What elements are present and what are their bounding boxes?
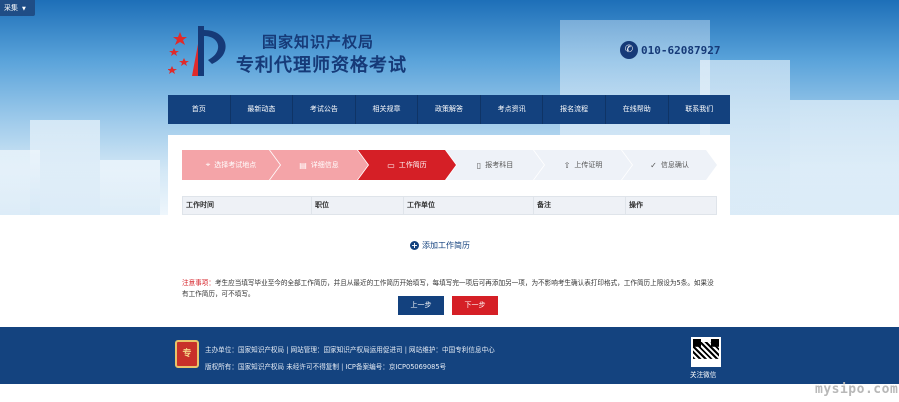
notice-text: 注意事项：考生应当填写毕业至今的全部工作简历，并且从最近的工作简历开始填写，每填… bbox=[182, 278, 717, 300]
footer bbox=[0, 327, 899, 384]
add-resume-link[interactable]: + 添加工作简历 bbox=[410, 240, 470, 251]
collect-button-label: 采集 bbox=[4, 4, 18, 12]
step-label: 报考科目 bbox=[485, 161, 514, 169]
column-header-time: 工作时间 bbox=[183, 197, 312, 214]
collect-button[interactable]: 采集 ▼ bbox=[0, 0, 35, 16]
resume-table-header: 工作时间 职位 工作单位 备注 操作 bbox=[182, 196, 717, 215]
add-resume-label: 添加工作简历 bbox=[422, 241, 470, 250]
watermark: mysipo.com bbox=[815, 382, 899, 397]
notice-label: 注意事项： bbox=[182, 279, 215, 287]
nav-item-regulations[interactable]: 相关规章 bbox=[356, 95, 419, 124]
plus-circle-icon: + bbox=[410, 241, 419, 250]
progress-steps: ⌖ 选择考试地点 ▤ 详细信息 ▭ 工作简历 ▯ 报考科目 ⇧ 上传证明 ✓ 信息确认 bbox=[182, 150, 717, 180]
column-header-position: 职位 bbox=[312, 197, 404, 214]
wechat-qr-code bbox=[691, 337, 721, 367]
column-header-remark: 备注 bbox=[534, 197, 626, 214]
nav-item-exam-notice[interactable]: 考试公告 bbox=[293, 95, 356, 124]
upload-icon: ⇧ bbox=[563, 160, 571, 170]
nav-item-contact[interactable]: 联系我们 bbox=[669, 95, 731, 124]
step-label: 详细信息 bbox=[310, 161, 339, 169]
prev-step-button[interactable]: 上一步 bbox=[398, 296, 444, 315]
footer-organizer: 主办单位：国家知识产权局 | 网站管理：国家知识产权局运用促进司 | 网站维护：… bbox=[205, 346, 495, 354]
nav-item-home[interactable]: 首页 bbox=[168, 95, 231, 124]
step-label: 选择考试地点 bbox=[214, 161, 257, 169]
nav-item-news[interactable]: 最新动态 bbox=[231, 95, 294, 124]
step-details: ▤ 详细信息 bbox=[270, 150, 368, 180]
column-header-actions: 操作 bbox=[629, 201, 643, 209]
location-pin-icon: ⌖ bbox=[205, 160, 211, 169]
step-upload-proof: ⇧ 上传证明 bbox=[534, 150, 632, 180]
hotline: ✆ 010-62087927 bbox=[620, 41, 720, 59]
step-label: 信息确认 bbox=[660, 161, 689, 169]
folder-icon: ▭ bbox=[387, 160, 395, 170]
phone-icon: ✆ bbox=[620, 41, 638, 59]
check-circle-icon: ✓ bbox=[650, 160, 657, 170]
nav-item-exam-sites[interactable]: 考点资讯 bbox=[481, 95, 544, 124]
step-subjects: ▯ 报考科目 bbox=[446, 150, 544, 180]
nav-item-policy-qa[interactable]: 政策解答 bbox=[418, 95, 481, 124]
site-title-line2: 专利代理师资格考试 bbox=[236, 55, 407, 76]
caret-down-icon: ▼ bbox=[22, 6, 26, 12]
book-icon: ▯ bbox=[476, 160, 482, 170]
nav-item-help[interactable]: 在线帮助 bbox=[606, 95, 669, 124]
nav-item-registration[interactable]: 报名流程 bbox=[543, 95, 606, 124]
main-nav: 首页 最新动态 考试公告 相关规章 政策解答 考点资讯 报名流程 在线帮助 联系… bbox=[168, 95, 730, 124]
next-step-button[interactable]: 下一步 bbox=[452, 296, 498, 315]
document-list-icon: ▤ bbox=[299, 160, 307, 170]
qr-label: 关注微信 bbox=[690, 371, 717, 379]
site-title-line1: 国家知识产权局 bbox=[262, 33, 375, 51]
hotline-number: 010-62087927 bbox=[641, 43, 721, 57]
emblem-icon: 专 bbox=[175, 340, 199, 368]
step-label: 工作简历 bbox=[398, 161, 427, 169]
step-confirm: ✓ 信息确认 bbox=[622, 150, 717, 180]
footer-copyright: 版权所有：国家知识产权局 未经许可不得复制 | ICP备案编号：京ICP0506… bbox=[205, 363, 447, 371]
step-work-resume: ▭ 工作简历 bbox=[358, 150, 456, 180]
cnipa-logo-icon bbox=[168, 26, 226, 76]
notice-body: 考生应当填写毕业至今的全部工作简历，并且从最近的工作简历开始填写，每填写完一项后… bbox=[182, 279, 714, 298]
step-label: 上传证明 bbox=[574, 161, 603, 169]
column-header-employer: 工作单位 bbox=[404, 197, 534, 214]
step-exam-location: ⌖ 选择考试地点 bbox=[182, 150, 280, 180]
